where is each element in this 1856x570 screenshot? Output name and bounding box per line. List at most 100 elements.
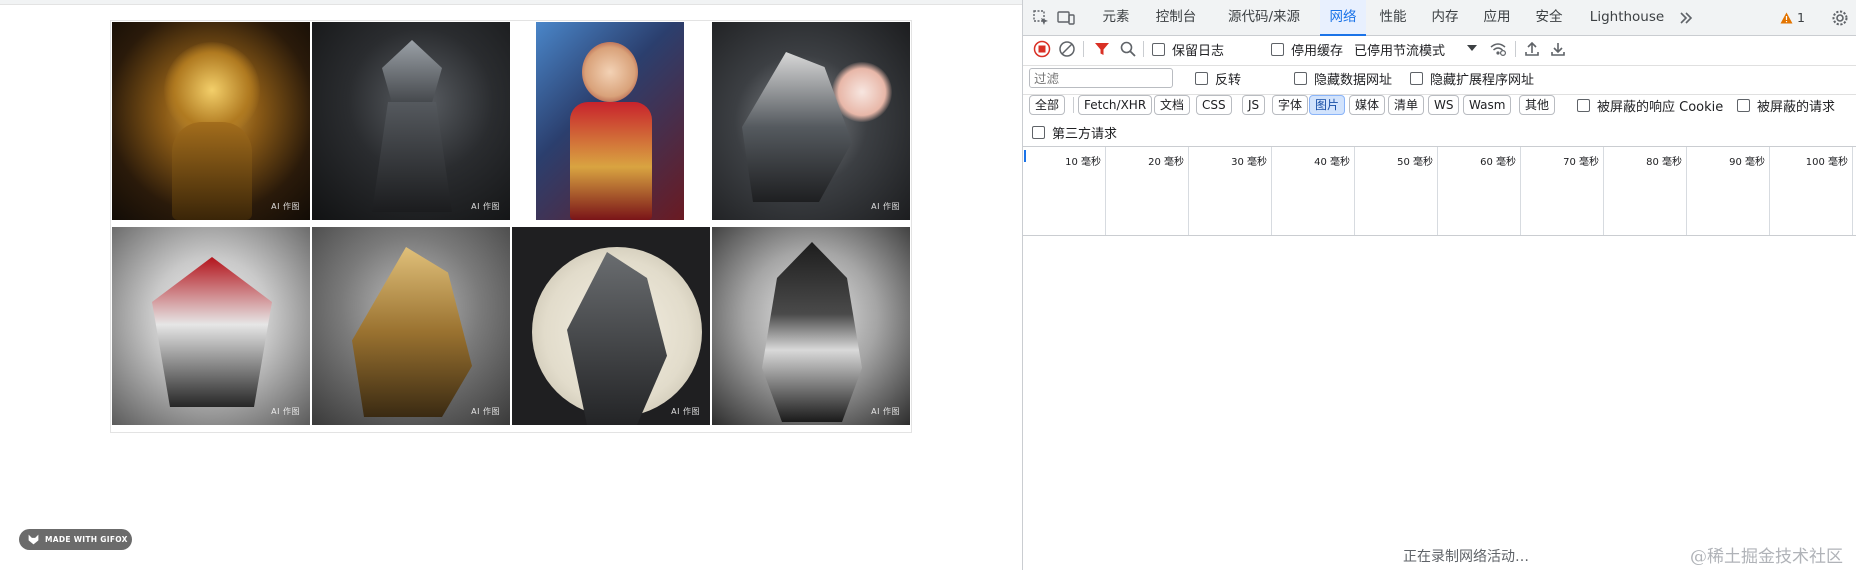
timeline-tick-label: 50 毫秒 (1397, 157, 1433, 168)
type-filter-img[interactable]: 图片 (1309, 95, 1346, 115)
export-har-icon[interactable] (1549, 40, 1567, 58)
import-har-icon[interactable] (1523, 40, 1541, 58)
invert-label: 反转 (1215, 73, 1242, 88)
web-page: AI 作图 AI 作图 AI 作图 AI 作图 AI 作图 AI 作图 AI 作… (0, 0, 1022, 570)
warning-icon (1780, 12, 1793, 23)
type-filter-font[interactable]: 字体 (1272, 95, 1309, 115)
type-filter-doc[interactable]: 文档 (1154, 95, 1191, 115)
timeline-tick-label: 60 毫秒 (1480, 157, 1516, 168)
warning-indicator[interactable]: 1 (1780, 10, 1805, 25)
gallery-image-dark-dragon-knight[interactable]: AI 作图 (312, 22, 510, 220)
watermark: @稀土掘金技术社区 (1690, 547, 1843, 567)
third-party-checkbox[interactable]: 第三方请求 (1032, 123, 1117, 142)
clear-icon[interactable] (1058, 40, 1076, 58)
filter-funnel-icon[interactable] (1093, 40, 1111, 58)
checkbox-box[interactable] (1152, 43, 1165, 56)
type-filter-media[interactable]: 媒体 (1349, 95, 1386, 115)
device-toolbar-icon[interactable] (1057, 9, 1075, 27)
hide-data-urls-checkbox[interactable]: 隐藏数据网址 (1294, 69, 1392, 88)
tab-security[interactable]: 安全 (1527, 0, 1571, 35)
search-icon[interactable] (1119, 40, 1137, 58)
chevron-down-icon[interactable] (1467, 45, 1477, 51)
invert-checkbox[interactable]: 反转 (1195, 69, 1241, 88)
gifox-label: MADE WITH GIFOX (45, 535, 128, 544)
ai-badge: AI 作图 (471, 202, 500, 211)
stop-recording-icon[interactable] (1033, 40, 1051, 58)
ai-badge: AI 作图 (871, 407, 900, 416)
blocked-requests-checkbox[interactable]: 被屏蔽的请求 (1737, 96, 1835, 115)
checkbox-box[interactable] (1577, 99, 1590, 112)
checkbox-box[interactable] (1032, 126, 1045, 139)
type-filter-all[interactable]: 全部 (1029, 95, 1066, 115)
filter-input[interactable] (1029, 68, 1173, 88)
tab-performance[interactable]: 性能 (1371, 0, 1415, 35)
checkbox-box[interactable] (1271, 43, 1284, 56)
blocked-requests-label: 被屏蔽的请求 (1757, 100, 1836, 115)
ai-badge: AI 作图 (271, 407, 300, 416)
type-filter-css[interactable]: CSS (1196, 95, 1232, 115)
checkbox-box[interactable] (1195, 72, 1208, 85)
gallery-image-red-warrior-girl[interactable] (512, 22, 710, 220)
type-filter-js[interactable]: JS (1242, 95, 1266, 115)
devtools-tabbar: 元素 控制台 源代码/来源 网络 性能 内存 应用 安全 Lighthouse … (1023, 0, 1856, 36)
more-tabs-icon[interactable] (1678, 10, 1694, 26)
disable-cache-checkbox[interactable]: 停用缓存 (1271, 40, 1343, 59)
warning-count: 1 (1797, 10, 1805, 25)
toolbar-separator (1515, 41, 1516, 57)
checkbox-box[interactable] (1294, 72, 1307, 85)
preserve-log-checkbox[interactable]: 保留日志 (1152, 40, 1224, 59)
timeline-column: 100 毫秒 (1770, 147, 1853, 235)
disable-cache-label: 停用缓存 (1291, 44, 1344, 59)
timeline-column: 50 毫秒 (1355, 147, 1438, 235)
timeline-column: 30 毫秒 (1189, 147, 1272, 235)
tab-elements[interactable]: 元素 (1090, 0, 1142, 35)
gallery-image-silver-dragon-lotus[interactable]: AI 作图 (712, 22, 910, 220)
type-filter-fetch-xhr[interactable]: Fetch/XHR (1078, 95, 1153, 115)
hide-extension-urls-checkbox[interactable]: 隐藏扩展程序网址 (1410, 69, 1534, 88)
network-conditions-icon[interactable] (1489, 40, 1507, 58)
timeline-tick-label: 40 毫秒 (1314, 157, 1350, 168)
settings-gear-icon[interactable] (1831, 9, 1849, 27)
timeline-tick-label: 10 毫秒 (1065, 157, 1101, 168)
blocked-cookies-checkbox[interactable]: 被屏蔽的响应 Cookie (1577, 96, 1723, 115)
gallery-image-red-demon-mask[interactable]: AI 作图 (112, 227, 310, 425)
devtools-panel: 元素 控制台 源代码/来源 网络 性能 内存 应用 安全 Lighthouse … (1022, 0, 1856, 570)
timeline-column: 70 毫秒 (1521, 147, 1604, 235)
fox-icon (28, 534, 39, 545)
tab-network[interactable]: 网络 (1320, 0, 1366, 36)
gallery-image-horned-armor[interactable]: AI 作图 (712, 227, 910, 425)
tab-lighthouse[interactable]: Lighthouse (1583, 0, 1671, 35)
throttling-select[interactable]: 已停用节流模式 (1354, 40, 1445, 59)
timeline-column: 10 毫秒 (1023, 147, 1106, 235)
timeline-tick-label: 90 毫秒 (1729, 157, 1765, 168)
gallery-image-moon-dragon[interactable]: AI 作图 (512, 227, 710, 425)
network-timeline-overview[interactable]: 10 毫秒 20 毫秒 30 毫秒 40 毫秒 50 毫秒 60 毫秒 70 毫… (1023, 146, 1856, 236)
checkbox-box[interactable] (1737, 99, 1750, 112)
toolbar-separator (1143, 41, 1144, 57)
gallery-image-golden-dragon[interactable]: AI 作图 (312, 227, 510, 425)
timeline-column: 90 毫秒 (1687, 147, 1770, 235)
tab-console[interactable]: 控制台 (1146, 0, 1206, 35)
type-filter-manifest[interactable]: 清单 (1388, 95, 1425, 115)
timeline-tick-label: 70 毫秒 (1563, 157, 1599, 168)
tab-memory[interactable]: 内存 (1423, 0, 1467, 35)
toolbar-separator (1083, 41, 1084, 57)
recording-status: 正在录制网络活动… (1403, 549, 1529, 565)
tab-application[interactable]: 应用 (1475, 0, 1519, 35)
tab-sources[interactable]: 源代码/来源 (1210, 0, 1318, 35)
inspect-element-icon[interactable] (1032, 9, 1050, 27)
type-filter-wasm[interactable]: Wasm (1463, 95, 1512, 115)
timeline-column: 80 毫秒 (1604, 147, 1687, 235)
gallery-image-gold-mech[interactable]: AI 作图 (112, 22, 310, 220)
ai-badge: AI 作图 (871, 202, 900, 211)
ai-badge: AI 作图 (271, 202, 300, 211)
ai-badge: AI 作图 (471, 407, 500, 416)
checkbox-box[interactable] (1410, 72, 1423, 85)
timeline-tick-label: 80 毫秒 (1646, 157, 1682, 168)
timeline-tick-label: 100 毫秒 (1805, 157, 1848, 168)
timeline-tick-label: 20 毫秒 (1148, 157, 1184, 168)
ai-badge: AI 作图 (671, 407, 700, 416)
type-filter-ws[interactable]: WS (1428, 95, 1460, 115)
third-party-label: 第三方请求 (1052, 127, 1118, 142)
type-filter-other[interactable]: 其他 (1519, 95, 1556, 115)
